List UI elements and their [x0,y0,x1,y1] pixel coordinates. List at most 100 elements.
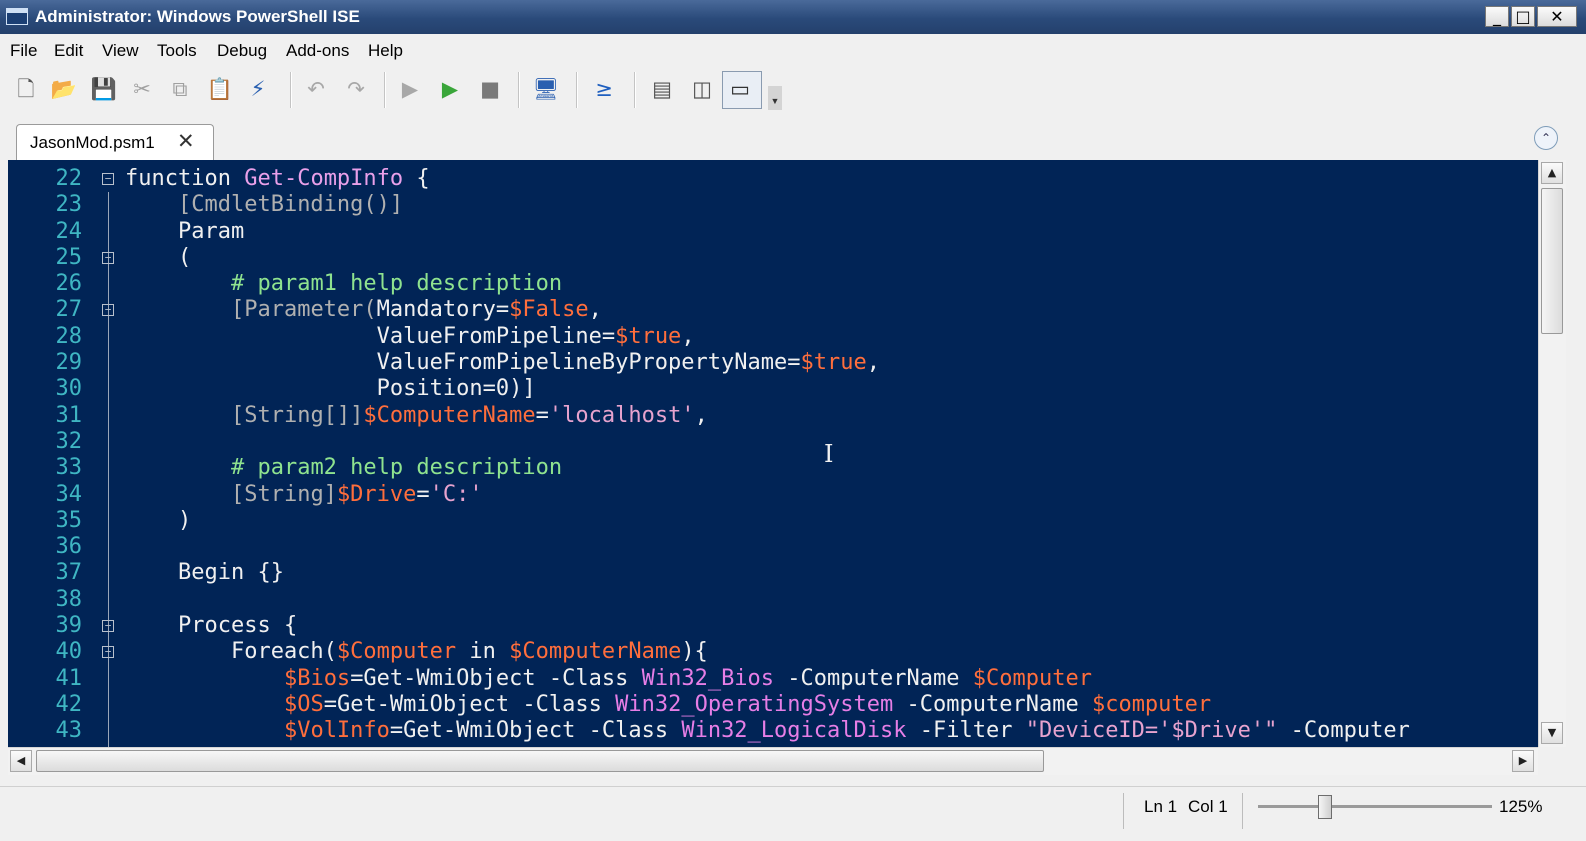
scroll-down-icon[interactable]: ▼ [1541,722,1563,744]
close-button[interactable]: ✕ [1537,6,1577,27]
collapse-region-icon[interactable]: − [102,304,114,317]
code-line[interactable]: 27 − [Parameter(Mandatory=$False, [8,297,1538,323]
scroll-right-icon[interactable]: ▶ [1512,750,1534,772]
code-line[interactable]: 41 $Bios=Get-WmiObject -Class Win32_Bios… [8,666,1538,692]
text-cursor-icon: I [824,440,834,468]
line-number: 24 [55,218,83,244]
collapse-region-icon[interactable]: − [102,646,114,659]
code-line[interactable]: 25 − ( [8,245,1538,271]
script-editor[interactable]: 22− function Get-CompInfo {23 [CmdletBind… [8,160,1538,747]
redo-icon[interactable]: ↷ [342,75,370,103]
code-text: Begin {} [125,560,284,586]
new-icon[interactable]: 🗋 [12,75,40,103]
copy-icon[interactable]: ⧉ [166,75,194,103]
collapse-pane-button[interactable]: ⌃ [1534,126,1558,150]
code-line[interactable]: 33 # param2 help description [8,455,1538,481]
clear-console-icon[interactable]: ⚡ [244,75,272,103]
code-line[interactable]: 32 [8,429,1538,455]
code-line[interactable]: 28 ValueFromPipeline=$true, [8,324,1538,350]
code-token: [CmdletBinding()] [177,192,404,218]
code-line[interactable]: 29 ValueFromPipelineByPropertyName=$true… [8,350,1538,376]
zoom-slider-thumb[interactable] [1318,795,1332,819]
line-number: 25 [55,244,83,270]
code-line[interactable]: 37 Begin {} [8,560,1538,586]
code-line[interactable]: 43 $VolInfo=Get-WmiObject -Class Win32_L… [8,718,1538,744]
menu-tools[interactable]: Tools [157,41,197,61]
scroll-up-icon[interactable]: ▲ [1541,162,1563,184]
line-number: 32 [55,428,83,454]
menu-edit[interactable]: Edit [54,41,83,61]
horizontal-scrollbar[interactable]: ◀ ▶ [8,747,1538,775]
vertical-scroll-thumb[interactable] [1541,188,1563,334]
menu-help[interactable]: Help [368,41,403,61]
code-token: $False [509,297,589,323]
menu-view[interactable]: View [102,41,139,61]
code-line[interactable]: 39 − Process { [8,613,1538,639]
code-line[interactable]: 42 $OS=Get-WmiObject -Class Win32_Operat… [8,692,1538,718]
code-line[interactable]: 22 − function Get-CompInfo { [8,166,1538,192]
layout-maximized-icon[interactable]: ▭ [726,75,754,103]
stop-icon[interactable]: ■ [476,75,504,103]
remote-powershell-icon[interactable]: 🖥 [532,75,560,103]
menu-debug[interactable]: Debug [217,41,267,61]
layout-top-icon[interactable]: ▤ [648,75,676,103]
code-line[interactable]: 40 − Foreach($Computer in $ComputerName){ [8,639,1538,665]
line-number: 29 [55,350,83,376]
code-line[interactable]: 38 [8,587,1538,613]
maximize-button[interactable]: □ [1511,6,1535,27]
zoom-slider-track[interactable] [1258,805,1492,808]
paste-icon[interactable]: 📋 [206,75,234,103]
save-icon[interactable]: 💾 [90,75,118,103]
code-line[interactable]: 36 [8,534,1538,560]
code-token: Win32_OperatingSystem [615,691,894,717]
tab-close-icon[interactable]: ✕ [177,129,195,153]
code-line[interactable]: 30 Position=0)] [8,376,1538,402]
status-bar: Ln 1 Col 1 125% [0,786,1586,841]
line-number: 37 [55,560,83,586]
code-line[interactable]: 31 [String[]]$ComputerName='localhost', [8,403,1538,429]
code-text: Foreach($Computer in $ComputerName){ [125,639,708,665]
code-line[interactable]: 26 # param1 help description [8,271,1538,297]
code-text: ValueFromPipeline=$true, [125,324,695,350]
code-text: # param1 help description [125,271,562,297]
code-token: = [535,402,549,428]
minimize-button[interactable]: _ [1485,6,1509,27]
code-line[interactable]: 34 [String]$Drive='C:' [8,482,1538,508]
line-number: 27 [55,297,83,323]
line-number: 36 [55,534,83,560]
layout-right-icon[interactable]: ◫ [688,75,716,103]
open-icon[interactable]: 📂 [50,75,78,103]
code-token: $computer [1091,691,1212,717]
toolbar-separator [634,72,636,108]
toolbar-overflow-button[interactable]: ▼ [768,86,782,110]
code-text: [String]$Drive='C:' [125,482,483,508]
code-token: Foreach( [125,639,337,665]
line-number: 42 [55,691,83,717]
code-token: Position=0)] [125,376,536,402]
line-number: 31 [55,402,83,428]
code-token: $Computer [972,665,1092,691]
menu-file[interactable]: File [10,41,37,61]
code-token: [String[]] [230,402,364,428]
run-selection-icon[interactable]: ▶ [436,75,464,103]
cut-icon[interactable]: ✂ [128,75,156,103]
toolbar-separator [576,72,578,108]
code-line[interactable]: 23 [CmdletBinding()] [8,192,1538,218]
undo-icon[interactable]: ↶ [302,75,330,103]
code-line[interactable]: 24 Param [8,219,1538,245]
collapse-region-icon[interactable]: − [102,173,114,185]
collapse-region-icon[interactable]: − [102,251,114,264]
line-number: 39 [55,613,83,639]
powershell-console-icon[interactable]: ≥ [590,75,618,103]
code-line[interactable]: 35 ) [8,508,1538,534]
menu-add-ons[interactable]: Add-ons [286,41,349,61]
vertical-scrollbar[interactable]: ▲ ▼ [1538,160,1566,747]
collapse-region-icon[interactable]: − [102,620,114,633]
scroll-left-icon[interactable]: ◀ [10,750,32,772]
tab-jasonmod-psm1[interactable]: JasonMod.psm1 ✕ [16,124,214,160]
run-script-icon[interactable]: ▶ [396,75,424,103]
code-token: $VolInfo [283,718,390,744]
horizontal-scroll-thumb[interactable] [36,750,1044,772]
